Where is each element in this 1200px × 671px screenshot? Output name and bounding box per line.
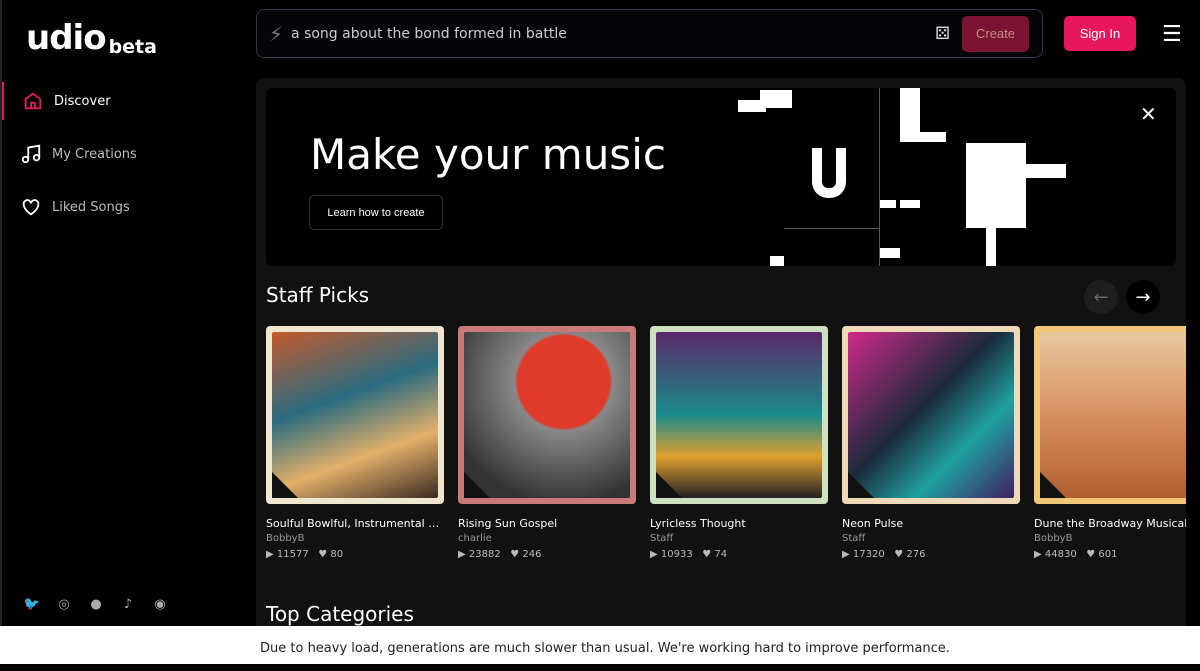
play-icon: ▶ <box>266 549 274 560</box>
heart-icon: ♥ <box>510 549 520 560</box>
song-card[interactable]: Soulful Bowlful, Instrumental Hi... Bobb… <box>266 326 444 560</box>
social-links: 🐦 ◎ ● ♪ ◉ <box>22 594 170 614</box>
sidebar-item-liked-songs[interactable]: Liked Songs <box>2 188 242 226</box>
song-card[interactable]: Neon Pulse Staff ▶ 17320 ♥ 276 <box>842 326 1020 560</box>
main-content: Make your music Learn how to create ✕ St… <box>256 78 1186 626</box>
load-notice: Due to heavy load, generations are much … <box>0 626 1200 664</box>
heart-icon: ♥ <box>894 549 904 560</box>
instagram-icon[interactable]: ◎ <box>54 594 74 614</box>
music-note-icon <box>21 144 41 164</box>
heart-icon: ♥ <box>1086 549 1096 560</box>
sidebar-nav: Discover My Creations Liked Songs <box>2 82 242 241</box>
banner-title: Make your music <box>310 130 666 179</box>
play-icon: ▶ <box>1034 549 1042 560</box>
close-banner-icon[interactable]: ✕ <box>1140 102 1157 126</box>
heart-icon <box>22 199 40 216</box>
create-button[interactable]: Create <box>962 15 1029 52</box>
play-icon: ▶ <box>458 549 466 560</box>
lightning-icon: ⚡ <box>269 21 284 46</box>
logo[interactable]: udio beta <box>26 18 157 58</box>
next-arrow-icon[interactable]: → <box>1126 280 1160 314</box>
heart-icon: ♥ <box>702 549 712 560</box>
discord-icon[interactable]: ● <box>86 594 106 614</box>
song-cover[interactable] <box>266 326 444 504</box>
prompt-input[interactable] <box>291 25 936 42</box>
sidebar-item-discover[interactable]: Discover <box>2 82 242 120</box>
song-cover[interactable] <box>650 326 828 504</box>
tiktok-icon[interactable]: ♪ <box>118 594 138 614</box>
song-cover[interactable] <box>842 326 1020 504</box>
sidebar: udio beta Discover My Creations Liked Son… <box>0 0 240 626</box>
song-card[interactable]: Rising Sun Gospel charlie ▶ 23882 ♥ 246 <box>458 326 636 560</box>
home-icon <box>24 92 42 110</box>
play-icon: ▶ <box>842 549 850 560</box>
hamburger-menu-icon[interactable]: ☰ <box>1162 22 1182 47</box>
banner: Make your music Learn how to create ✕ <box>266 88 1176 266</box>
learn-how-button[interactable]: Learn how to create <box>309 195 443 230</box>
reddit-icon[interactable]: ◉ <box>150 594 170 614</box>
prompt-bar: ⚡ ⚄ Create <box>256 9 1043 58</box>
top-categories-title: Top Categories <box>266 602 414 626</box>
song-cover[interactable] <box>1034 326 1186 504</box>
prev-arrow-icon[interactable]: ← <box>1084 280 1118 314</box>
heart-icon: ♥ <box>318 549 328 560</box>
twitter-icon[interactable]: 🐦 <box>22 594 42 614</box>
sign-in-button[interactable]: Sign In <box>1064 16 1136 51</box>
random-dice-icon[interactable]: ⚄ <box>935 24 950 44</box>
play-icon: ▶ <box>650 549 658 560</box>
song-card[interactable]: Lyricless Thought Staff ▶ 10933 ♥ 74 <box>650 326 828 560</box>
staff-picks-title: Staff Picks <box>266 283 370 307</box>
song-cover[interactable] <box>458 326 636 504</box>
song-card[interactable]: Dune the Broadway Musical BobbyB ▶ 44830… <box>1034 326 1186 560</box>
sidebar-item-my-creations[interactable]: My Creations <box>2 135 242 173</box>
